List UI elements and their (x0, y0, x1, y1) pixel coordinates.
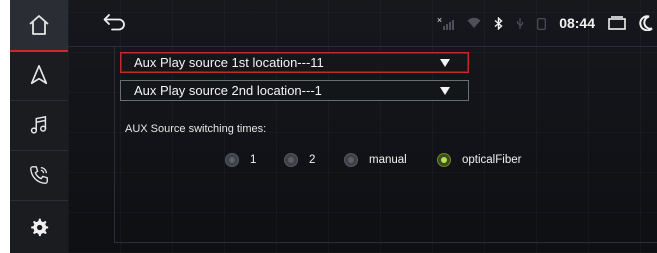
night-mode-icon[interactable] (639, 15, 653, 31)
radio-label: opticalFiber (462, 154, 522, 166)
signal-icon: × (436, 15, 455, 30)
battery-icon (537, 17, 547, 30)
status-bar: × 08:44 (68, 0, 657, 47)
sidebar (10, 0, 69, 253)
dropdown-label: Aux Play source 1st location---11 (134, 55, 324, 70)
main-area: × 08:44 Aux Play source 1st location---1… (68, 0, 657, 253)
sidebar-item-phone[interactable] (10, 150, 68, 201)
dropdown-caret-icon (440, 86, 450, 95)
radio-label: 1 (250, 154, 257, 166)
radio-option-1[interactable]: 1 (225, 152, 256, 168)
dropdown-label: Aux Play source 2nd location---1 (134, 83, 322, 98)
music-icon (30, 115, 47, 134)
dropdown-caret-icon (440, 58, 450, 67)
wifi-icon (467, 17, 481, 28)
radio-dot (284, 153, 298, 167)
home-icon (29, 15, 49, 35)
bluetooth-icon (494, 16, 503, 30)
radio-label: 2 (309, 154, 316, 166)
switching-times-label: AUX Source switching times: (125, 123, 267, 135)
usb-icon (517, 17, 524, 29)
radio-option-opticalfiber[interactable]: opticalFiber (437, 152, 521, 168)
radio-option-manual[interactable]: manual (344, 152, 407, 168)
radio-dot (344, 153, 358, 167)
navigation-icon (30, 65, 48, 85)
status-icons: × 08:44 (437, 0, 657, 46)
settings-panel (114, 46, 657, 243)
sidebar-item-navigation[interactable] (10, 50, 68, 101)
aux-source-1st-dropdown[interactable]: Aux Play source 1st location---11 (120, 52, 469, 73)
back-arrow-icon[interactable] (102, 12, 128, 34)
recent-apps-icon[interactable] (608, 16, 626, 30)
sidebar-item-settings[interactable] (10, 200, 68, 253)
radio-dot (437, 153, 451, 167)
sidebar-item-music[interactable] (10, 100, 68, 151)
radio-option-2[interactable]: 2 (284, 152, 315, 168)
settings-gear-icon (31, 218, 49, 236)
radio-dot (225, 153, 239, 167)
signal-badge: × (436, 15, 443, 25)
aux-source-2nd-dropdown[interactable]: Aux Play source 2nd location---1 (120, 80, 469, 101)
radio-label: manual (369, 154, 407, 166)
clock: 08:44 (559, 15, 595, 31)
sidebar-item-home[interactable] (10, 0, 68, 52)
phone-icon (30, 166, 48, 184)
